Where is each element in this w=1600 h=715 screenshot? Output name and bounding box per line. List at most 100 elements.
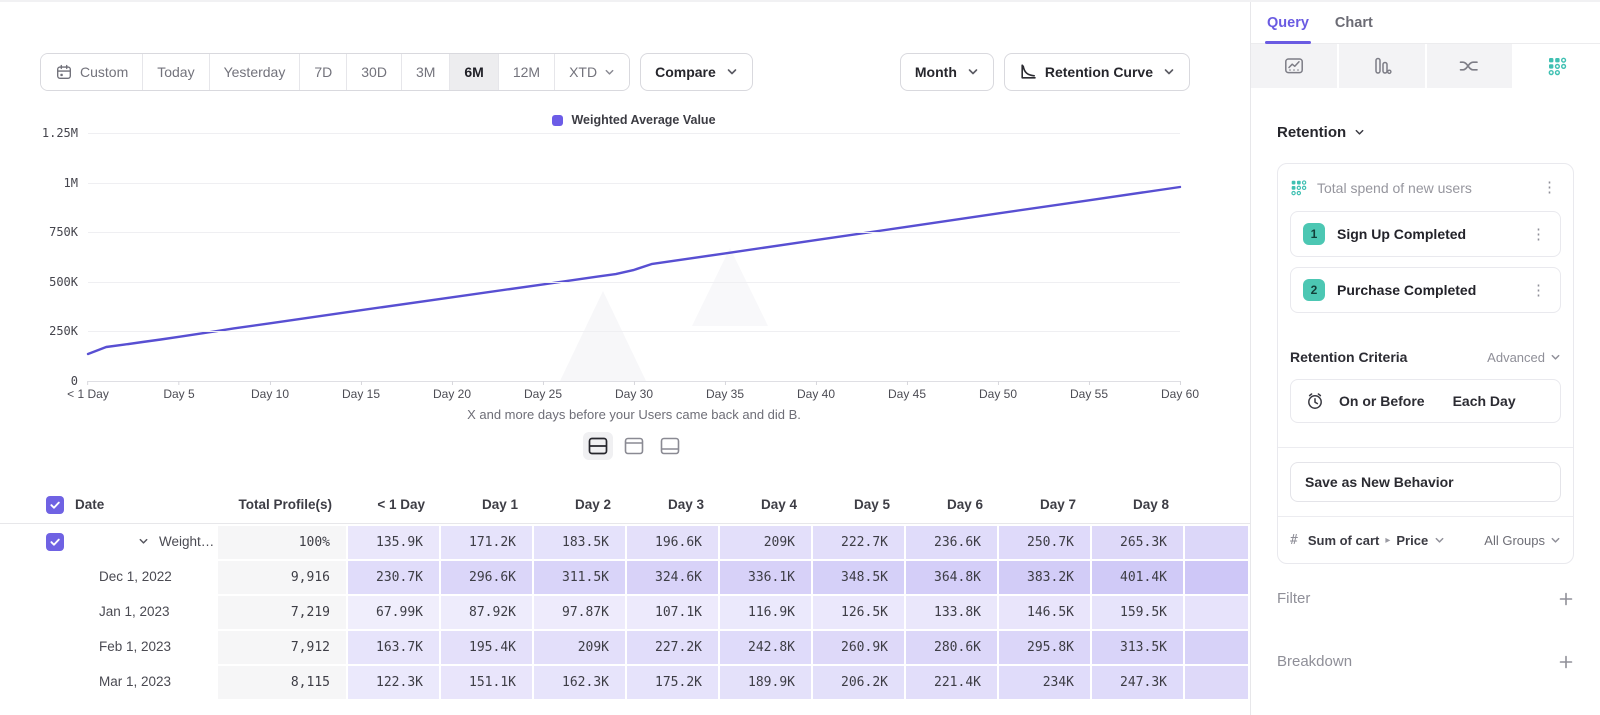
x-axis-tick-label: Day 30 (615, 387, 653, 401)
column-header: Day 6 (906, 486, 999, 523)
criteria-when-value: On or Before (1339, 393, 1425, 409)
step-menu-button[interactable]: ⋮ (1527, 225, 1550, 244)
date-range-12m[interactable]: 12M (499, 54, 555, 90)
retention-value-cell: 151.1K (441, 664, 534, 699)
column-header: Day 7 (999, 486, 1092, 523)
chevron-down-icon (1550, 352, 1561, 363)
retention-value-cell: 234K (999, 664, 1092, 699)
behavior-menu-button[interactable]: ⋮ (1538, 178, 1561, 197)
select-all-checkbox[interactable] (46, 496, 64, 514)
x-axis-tick: Day 40 (797, 381, 835, 401)
behavior-step-1[interactable]: 1Sign Up Completed⋮ (1290, 211, 1561, 257)
groups-dropdown[interactable]: All Groups (1484, 533, 1561, 548)
legend-swatch (552, 115, 563, 126)
layout-chart-only-button[interactable] (619, 432, 649, 460)
retention-value-cell: 311.5K (534, 559, 627, 594)
retention-value-cell: 227.2K (627, 629, 720, 664)
retention-value-cell: 189.9K (720, 664, 813, 699)
date-range-30d[interactable]: 30D (347, 54, 402, 90)
chevron-down-icon (967, 66, 979, 78)
date-range-7d[interactable]: 7D (300, 54, 347, 90)
criteria-mode-value: Advanced (1487, 350, 1545, 365)
retention-value-cell: 126.5K (813, 594, 906, 629)
retention-grid-icon (1290, 179, 1307, 196)
view-retention-button[interactable] (1514, 44, 1600, 88)
row-label: Jan 1, 2023 (99, 604, 170, 619)
date-range-custom[interactable]: Custom (41, 54, 143, 90)
y-axis-tick-label: 1.25M (42, 126, 78, 140)
retention-value-cell: 383.2K (999, 559, 1092, 594)
layout-table-only-button[interactable] (655, 432, 685, 460)
x-axis-tick: Day 45 (888, 381, 926, 401)
total-profiles-cell: 7,219 (218, 594, 348, 629)
expand-row-chevron-icon[interactable] (138, 536, 149, 547)
table-row: Dec 1, 20229,916230.7K296.6K311.5K324.6K… (0, 559, 1250, 594)
query-builder: Retention Total spend of new users ⋮ 1Si… (1251, 124, 1600, 670)
row-label: Mar 1, 2023 (99, 674, 171, 689)
range-label: XTD (569, 64, 597, 80)
x-axis-tick: < 1 Day (67, 381, 109, 401)
alarm-clock-icon (1305, 391, 1325, 411)
date-range-today[interactable]: Today (143, 54, 209, 90)
retention-value-cell: 260.9K (813, 629, 906, 664)
view-funnels-button[interactable] (1339, 44, 1427, 88)
layout-split-view-button[interactable] (583, 432, 613, 460)
step-menu-button[interactable]: ⋮ (1527, 281, 1550, 300)
chart-type-label: Retention Curve (1045, 64, 1153, 80)
compare-button[interactable]: Compare (640, 53, 753, 91)
retention-criteria-label: Retention Criteria (1290, 349, 1407, 365)
retention-value-cell: 116.9K (720, 594, 813, 629)
granularity-button[interactable]: Month (900, 53, 994, 91)
retention-value-cell: 87.92K (441, 594, 534, 629)
save-behavior-row: Save as New Behavior (1290, 448, 1561, 516)
date-range-xtd[interactable]: XTD (555, 54, 629, 90)
total-profiles-cell: 100% (218, 524, 348, 559)
add-breakdown-button[interactable] (1558, 654, 1574, 670)
report-view-switcher (1251, 44, 1600, 88)
behavior-step-2[interactable]: 2Purchase Completed⋮ (1290, 267, 1561, 313)
retention-value-cell: 221.4K (906, 664, 999, 699)
x-axis-tick-label: Day 5 (163, 387, 194, 401)
x-axis-tick: Day 60 (1161, 381, 1199, 401)
x-axis-tick: Day 15 (342, 381, 380, 401)
chevron-down-icon (1434, 535, 1445, 546)
chart-type-button[interactable]: Retention Curve (1004, 53, 1190, 91)
retention-value-cell: 209K (534, 629, 627, 664)
panel-tab-query[interactable]: Query (1267, 15, 1309, 43)
x-axis-tick-label: Day 55 (1070, 387, 1108, 401)
add-filter-button[interactable] (1558, 591, 1574, 607)
range-label: 30D (361, 64, 387, 80)
save-as-new-behavior-button[interactable]: Save as New Behavior (1290, 462, 1561, 502)
behavior-name: Total spend of new users (1317, 180, 1528, 196)
x-axis-tick-label: Day 35 (706, 387, 744, 401)
legend-label: Weighted Average Value (571, 113, 715, 127)
range-label: 12M (513, 64, 540, 80)
column-header: Day 8 (1092, 486, 1185, 523)
date-range-3m[interactable]: 3M (402, 54, 450, 90)
date-range-6m[interactable]: 6M (450, 54, 498, 90)
panel-tab-chart[interactable]: Chart (1335, 15, 1373, 43)
breakdown-label: Breakdown (1277, 653, 1352, 670)
retention-value-cell: 324.6K (627, 559, 720, 594)
chart-line-svg (88, 133, 1180, 381)
criteria-mode-dropdown[interactable]: Advanced (1487, 350, 1561, 365)
measure-property[interactable]: Price (1396, 533, 1428, 548)
retention-value-cell: 146.5K (999, 594, 1092, 629)
gridline: 1M (88, 183, 1180, 184)
x-axis-tick-label: Day 60 (1161, 387, 1199, 401)
calendar-icon (55, 63, 73, 81)
row-checkbox[interactable] (46, 533, 64, 551)
row-label: Weighted Average ... (159, 534, 218, 549)
retention-value-cell: 236.6K (906, 524, 999, 559)
table-row: Weighted Average ...100%135.9K171.2K183.… (0, 524, 1250, 559)
chart-x-axis: < 1 DayDay 5Day 10Day 15Day 20Day 25Day … (88, 381, 1180, 401)
column-header: Date (75, 497, 104, 512)
retention-section-toggle[interactable]: Retention (1277, 124, 1574, 141)
criteria-when-control[interactable]: On or Before Each Day (1290, 379, 1561, 423)
measure-name[interactable]: Sum of cart (1308, 533, 1380, 548)
date-range-yesterday[interactable]: Yesterday (210, 54, 301, 90)
view-insights-button[interactable] (1251, 44, 1339, 88)
behavior-card: Total spend of new users ⋮ 1Sign Up Comp… (1277, 163, 1574, 564)
view-flows-button[interactable] (1427, 44, 1515, 88)
retention-value-cell: 336.1K (720, 559, 813, 594)
